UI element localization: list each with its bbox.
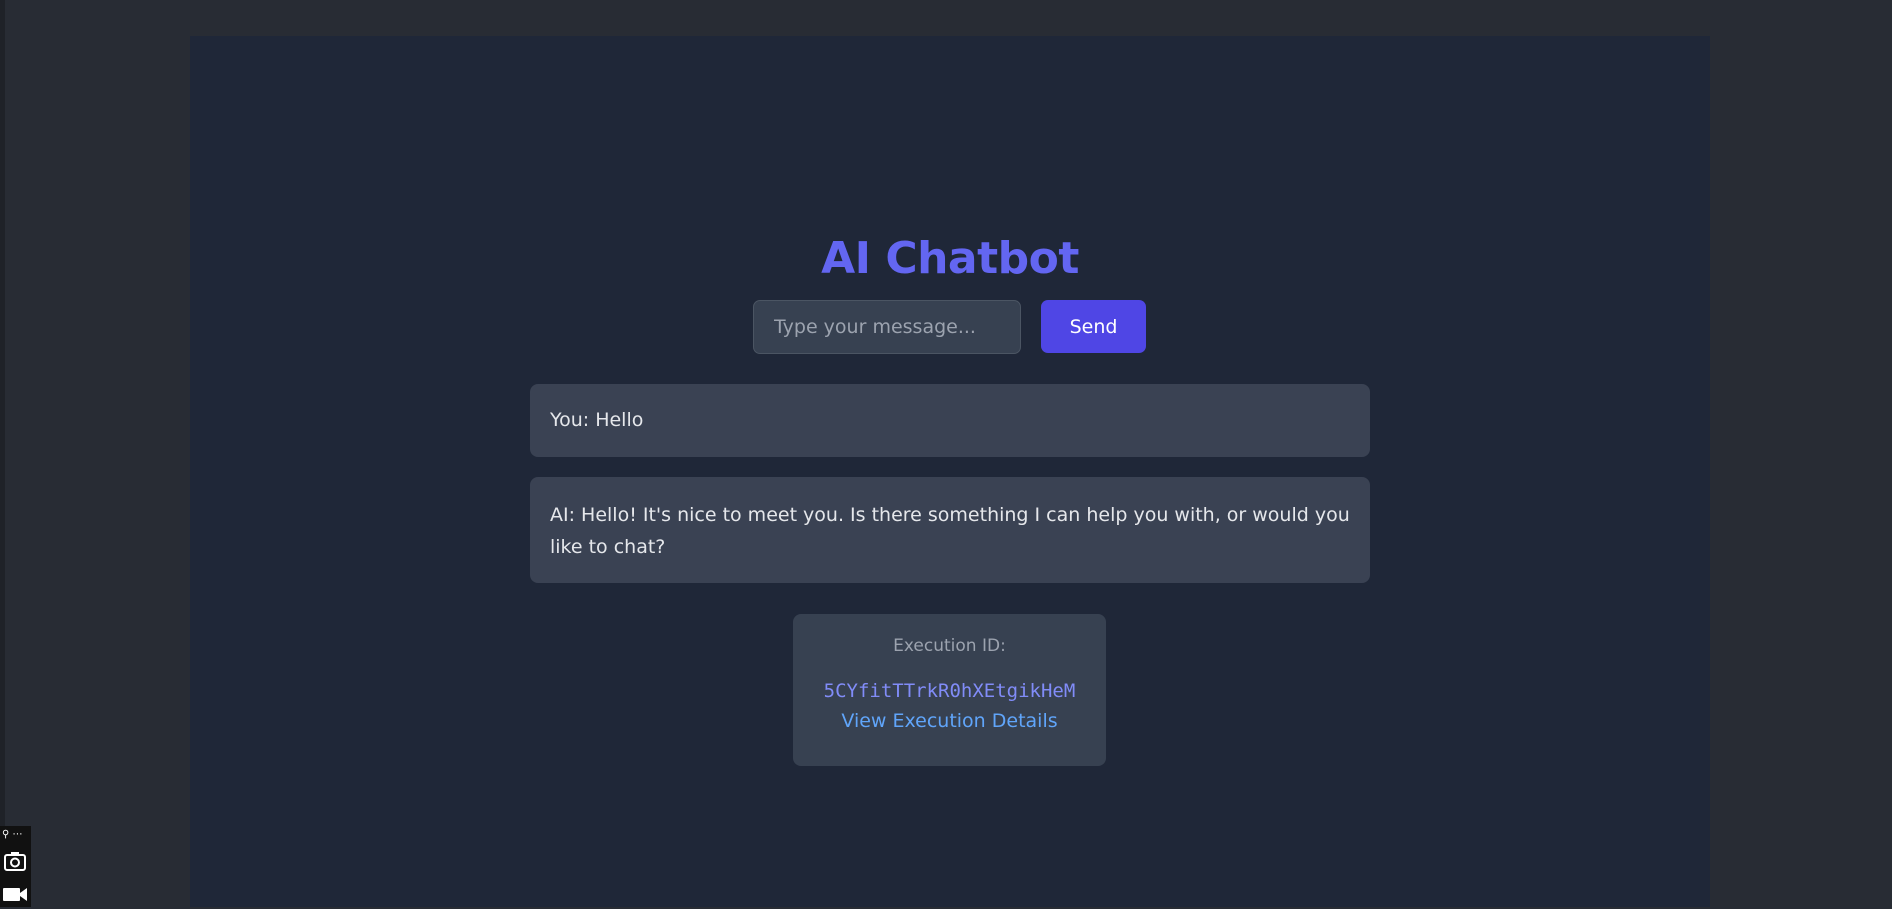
message-list: You: Hello AI: Hello! It's nice to meet … (530, 384, 1370, 603)
video-camera-icon[interactable] (2, 884, 28, 904)
widget-menu[interactable]: ⚲ ⋯ (2, 828, 30, 842)
user-message: You: Hello (530, 384, 1370, 457)
ai-message: AI: Hello! It's nice to meet you. Is the… (530, 477, 1370, 583)
message-composer: Send (753, 300, 1146, 354)
execution-card: Execution ID: 5CYfitTTrkR0hXEtgikHeM Vie… (793, 614, 1106, 766)
view-execution-details-link[interactable]: View Execution Details (793, 710, 1106, 732)
camera-icon[interactable] (4, 850, 26, 872)
window-edge (0, 0, 5, 907)
capture-widget: ⚲ ⋯ (0, 826, 31, 907)
execution-id-value: 5CYfitTTrkR0hXEtgikHeM (823, 680, 1076, 702)
execution-id-label: Execution ID: (893, 636, 1006, 656)
browser-viewport: AI Chatbot Send You: Hello AI: Hello! It… (0, 0, 1892, 907)
send-button[interactable]: Send (1041, 300, 1146, 353)
chat-app: AI Chatbot Send You: Hello AI: Hello! It… (190, 36, 1710, 907)
message-input[interactable] (753, 300, 1021, 354)
page-title: AI Chatbot (821, 233, 1079, 284)
